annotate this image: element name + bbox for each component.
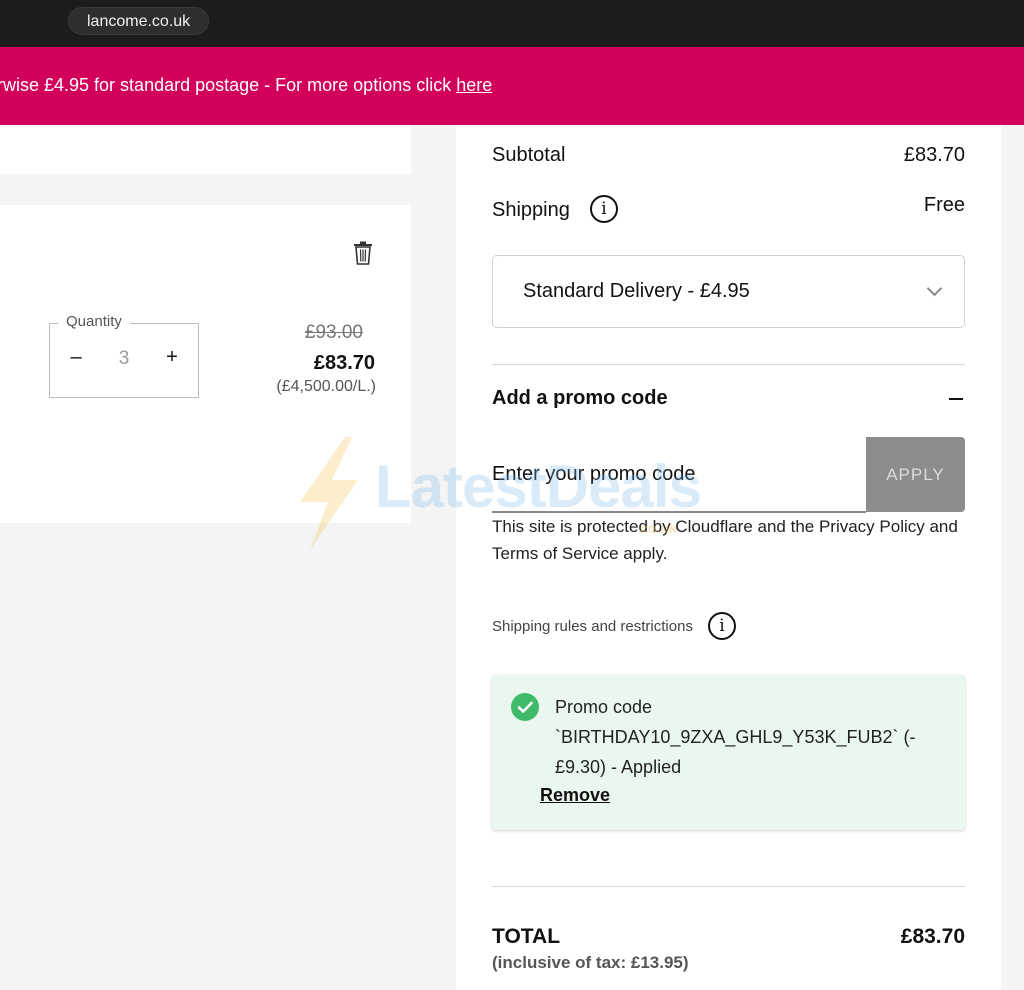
sale-price: £83.70: [313, 352, 375, 374]
delivery-method-select[interactable]: Standard Delivery - £4.95: [492, 255, 965, 328]
quantity-value[interactable]: 3: [110, 348, 138, 370]
subtotal-label: Subtotal: [492, 144, 566, 166]
promo-banner: rwise £4.95 for standard postage - For m…: [0, 47, 1024, 125]
check-circle-icon: [511, 693, 539, 721]
divider: [492, 886, 965, 887]
shipping-label: Shipping: [492, 199, 570, 221]
remove-promo-link[interactable]: Remove: [540, 785, 610, 806]
watermark-text: LatestDeals: [375, 453, 702, 520]
chevron-down-icon: [926, 280, 943, 297]
quantity-decrease-button[interactable]: –: [66, 346, 86, 369]
banner-text: rwise £4.95 for standard postage - For m…: [0, 75, 457, 95]
address-bar[interactable]: lancome.co.uk: [68, 7, 210, 35]
banner-link[interactable]: here: [456, 75, 492, 95]
promo-code-title[interactable]: Add a promo code: [492, 387, 668, 410]
info-icon[interactable]: i: [708, 612, 736, 640]
browser-toolbar: lancome.co.uk: [0, 0, 1024, 47]
subtotal-value: £83.70: [903, 144, 965, 166]
cart-header-card: [0, 125, 411, 174]
total-label: TOTAL: [492, 925, 561, 948]
minus-icon[interactable]: [949, 398, 963, 400]
trash-icon[interactable]: [353, 241, 373, 265]
apply-button[interactable]: APPLY: [866, 437, 965, 512]
legal-notice: This site is protected by Cloudflare and…: [492, 517, 958, 563]
watermark-subtext: co.uk: [640, 520, 677, 536]
shipping-rules-label[interactable]: Shipping rules and restrictions: [492, 618, 693, 635]
info-icon[interactable]: i: [590, 195, 618, 223]
shipping-value: Free: [923, 194, 965, 216]
promo-applied-text: Promo code `BIRTHDAY10_9ZXA_GHL9_Y53K_FU…: [555, 697, 916, 777]
delivery-method-value: Standard Delivery - £4.95: [523, 280, 750, 302]
quantity-label: Quantity: [58, 313, 130, 330]
total-value: £83.70: [900, 925, 965, 948]
original-price: £93.00: [304, 322, 363, 343]
unit-price: (£4,500.00/L.): [276, 378, 376, 395]
divider: [492, 364, 965, 365]
total-tax: (inclusive of tax: £13.95): [492, 953, 689, 972]
quantity-increase-button[interactable]: +: [162, 346, 182, 369]
